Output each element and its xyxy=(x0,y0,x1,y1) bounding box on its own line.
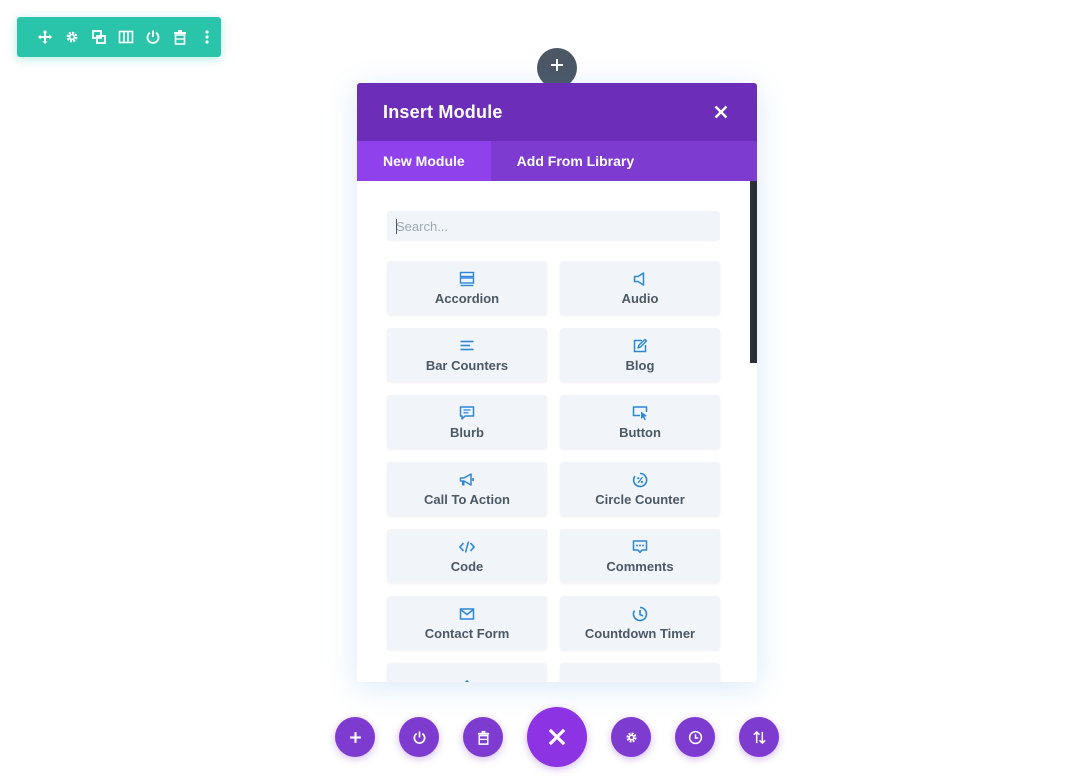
module-label: Countdown Timer xyxy=(584,625,696,641)
code-icon xyxy=(459,539,475,555)
scrollbar-thumb[interactable] xyxy=(750,181,757,363)
accordion-icon xyxy=(459,271,475,287)
module-accordion[interactable]: Accordion xyxy=(387,261,547,315)
module-bar-counters[interactable]: Bar Counters xyxy=(387,328,547,382)
add-icon xyxy=(349,731,361,743)
module-label: Call To Action xyxy=(424,491,510,507)
power-icon xyxy=(146,30,160,44)
sort-icon xyxy=(752,730,766,744)
module-label: Circle Counter xyxy=(595,491,685,507)
portability-button[interactable] xyxy=(739,717,779,757)
module-email-optin[interactable] xyxy=(560,663,720,682)
tab-new-module[interactable]: New Module xyxy=(357,141,491,181)
module-blog[interactable]: Blog xyxy=(560,328,720,382)
builder-canvas: Insert Module New Module Add From Librar… xyxy=(0,0,1089,776)
row-toolbar xyxy=(17,17,221,57)
settings-button[interactable] xyxy=(58,17,85,57)
module-button[interactable]: Button xyxy=(560,395,720,449)
envelope-icon xyxy=(459,606,475,622)
more-icon xyxy=(205,30,210,44)
module-label: Comments xyxy=(606,558,674,574)
delete-button[interactable] xyxy=(463,717,503,757)
module-label: Code xyxy=(450,558,484,574)
module-label: Accordion xyxy=(434,290,500,306)
power-icon xyxy=(413,730,425,744)
divider-icon xyxy=(459,680,475,682)
blog-icon xyxy=(632,338,648,354)
columns-icon xyxy=(118,30,134,44)
delete-button[interactable] xyxy=(167,17,194,57)
module-call-to-action[interactable]: Call To Action xyxy=(387,462,547,516)
modal-title: Insert Module xyxy=(383,101,503,122)
move-icon xyxy=(37,30,52,44)
bar-counters-icon xyxy=(459,338,475,354)
move-button[interactable] xyxy=(31,17,58,57)
tab-add-from-library[interactable]: Add From Library xyxy=(491,141,660,181)
close-settings-button[interactable] xyxy=(527,707,587,767)
module-label: Blog xyxy=(625,357,655,373)
close-icon xyxy=(714,105,728,119)
duplicate-button[interactable] xyxy=(85,17,112,57)
trash-icon xyxy=(174,30,187,45)
modal-tabs: New Module Add From Library xyxy=(357,141,757,181)
module-label: Bar Counters xyxy=(425,357,509,373)
modal-body: Accordion Audio Bar Counters xyxy=(357,181,757,682)
history-icon xyxy=(688,730,702,744)
email-optin-icon xyxy=(632,680,648,682)
search-input[interactable] xyxy=(387,211,720,241)
trash-icon xyxy=(477,730,489,745)
module-label: Blurb xyxy=(450,424,484,440)
module-countdown-timer[interactable]: Countdown Timer xyxy=(560,596,720,650)
comments-icon xyxy=(632,539,648,555)
audio-icon xyxy=(632,271,648,287)
close-icon xyxy=(548,728,566,746)
clock-icon xyxy=(632,606,648,622)
megaphone-icon xyxy=(459,472,475,488)
insert-module-bubble[interactable] xyxy=(537,48,577,88)
module-contact-form[interactable]: Contact Form xyxy=(387,596,547,650)
more-button[interactable] xyxy=(194,17,221,57)
module-grid: Accordion Audio Bar Counters Blog Blurb … xyxy=(387,261,720,682)
duplicate-icon xyxy=(91,30,106,44)
module-label: Button xyxy=(619,424,661,440)
module-circle-counter[interactable]: Circle Counter xyxy=(560,462,720,516)
settings-icon xyxy=(625,731,637,743)
module-label: Audio xyxy=(621,290,659,306)
page-settings-button[interactable] xyxy=(611,717,651,757)
columns-button[interactable] xyxy=(112,17,139,57)
add-button[interactable] xyxy=(335,717,375,757)
insert-module-modal: Insert Module New Module Add From Librar… xyxy=(357,83,757,682)
plus-icon xyxy=(551,59,563,71)
module-label: Contact Form xyxy=(424,625,510,641)
module-code[interactable]: Code xyxy=(387,529,547,583)
circle-counter-icon xyxy=(632,472,648,488)
disable-button[interactable] xyxy=(140,17,167,57)
settings-icon xyxy=(66,31,78,43)
module-blurb[interactable]: Blurb xyxy=(387,395,547,449)
text-caret xyxy=(396,219,397,234)
module-comments[interactable]: Comments xyxy=(560,529,720,583)
close-modal-button[interactable] xyxy=(711,102,731,122)
module-divider[interactable] xyxy=(387,663,547,682)
history-button[interactable] xyxy=(675,717,715,757)
module-audio[interactable]: Audio xyxy=(560,261,720,315)
button-icon xyxy=(632,405,648,421)
disable-button[interactable] xyxy=(399,717,439,757)
modal-header: Insert Module xyxy=(357,83,757,141)
blurb-icon xyxy=(459,405,475,421)
